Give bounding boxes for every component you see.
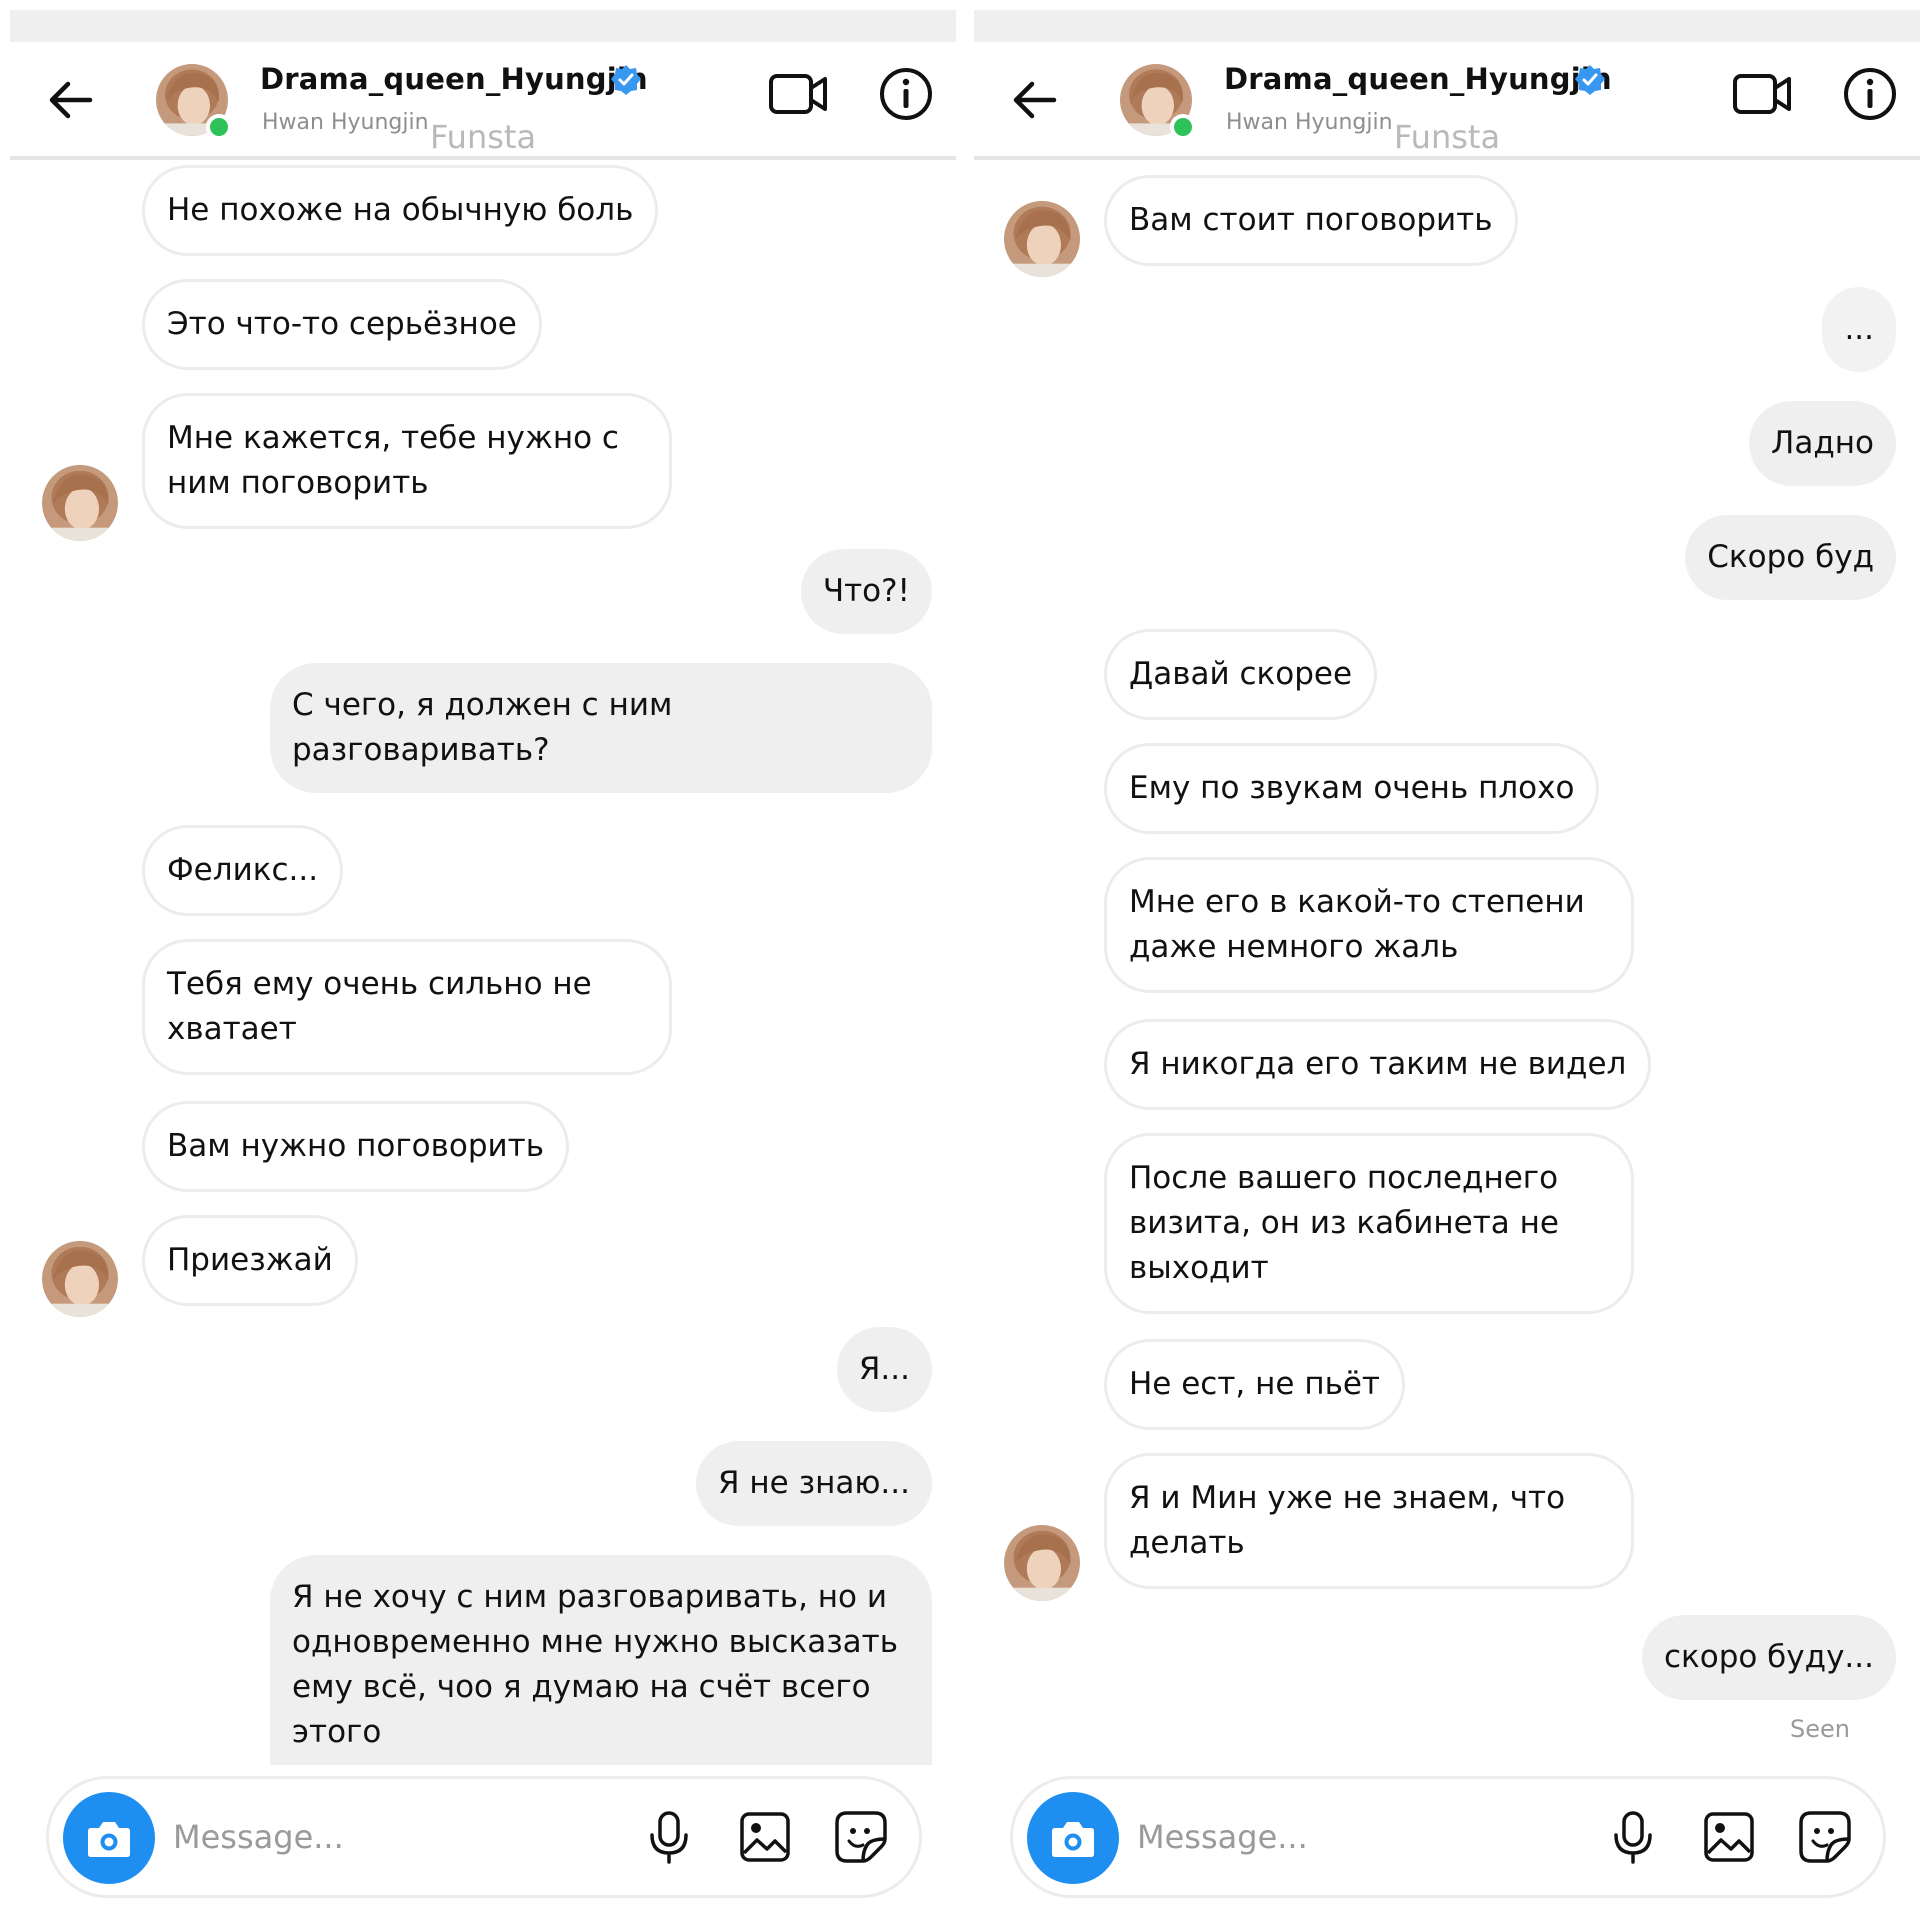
status-bar bbox=[974, 10, 1920, 42]
message-bubble-outgoing[interactable]: ... bbox=[1822, 287, 1896, 372]
message-bubble-incoming[interactable]: Ему по звукам очень плохо bbox=[1104, 743, 1600, 834]
seen-status: Seen bbox=[1790, 1715, 1850, 1743]
message-bubble-incoming[interactable]: Тебя ему очень сильно не хватает bbox=[142, 939, 672, 1075]
sender-avatar[interactable] bbox=[1004, 1525, 1080, 1601]
video-call-icon[interactable] bbox=[768, 70, 828, 118]
message-bubble-outgoing[interactable]: скоро буду... bbox=[1641, 1615, 1896, 1700]
camera-button[interactable] bbox=[1027, 1792, 1119, 1884]
chat-panel-left: Drama_queen_Hyungjin Hwan Hyungjin Funst… bbox=[0, 0, 956, 1920]
status-bar bbox=[10, 10, 956, 42]
message-bubble-incoming[interactable]: Давай скорее bbox=[1104, 629, 1378, 720]
message-composer bbox=[46, 1776, 922, 1898]
message-input[interactable] bbox=[173, 1809, 593, 1865]
online-indicator bbox=[206, 114, 232, 140]
video-call-icon[interactable] bbox=[1732, 70, 1792, 118]
sender-avatar[interactable] bbox=[42, 465, 118, 541]
camera-icon bbox=[1052, 1822, 1094, 1857]
contact-display-name: Hwan Hyungjin bbox=[1226, 110, 1393, 135]
gallery-icon[interactable] bbox=[737, 1809, 793, 1865]
contact-display-name: Hwan Hyungjin bbox=[262, 110, 429, 135]
microphone-icon[interactable] bbox=[1605, 1809, 1661, 1865]
sender-avatar[interactable] bbox=[42, 1241, 118, 1317]
verified-badge-icon bbox=[611, 65, 641, 95]
message-bubble-incoming[interactable]: После вашего последнего визита, он из ка… bbox=[1104, 1133, 1634, 1314]
contact-username[interactable]: Drama_queen_Hyungjin bbox=[260, 62, 648, 96]
chat-header: Drama_queen_Hyungjin Hwan Hyungjin Funst… bbox=[10, 42, 956, 160]
message-composer bbox=[1010, 1776, 1886, 1898]
message-bubble-incoming[interactable]: Вам нужно поговорить bbox=[142, 1101, 570, 1192]
sticker-icon[interactable] bbox=[1797, 1809, 1853, 1865]
message-list[interactable]: Не похоже на обычную боль Это что-то сер… bbox=[0, 165, 956, 1765]
message-bubble-incoming[interactable]: Мне кажется, тебе нужно с ним поговорить bbox=[142, 393, 672, 529]
camera-icon bbox=[88, 1822, 130, 1857]
message-bubble-outgoing[interactable]: С чего, я должен с ним разговаривать? bbox=[270, 663, 932, 793]
message-list[interactable]: Вам стоит поговорить ... Ладно Скоро буд… bbox=[964, 165, 1920, 1765]
chat-panel-right: Drama_queen_Hyungjin Hwan Hyungjin Funst… bbox=[964, 0, 1920, 1920]
info-icon[interactable] bbox=[1842, 66, 1898, 122]
message-bubble-incoming[interactable]: Не похоже на обычную боль bbox=[142, 165, 659, 256]
message-bubble-outgoing[interactable]: Я... bbox=[836, 1327, 932, 1412]
chat-header: Drama_queen_Hyungjin Hwan Hyungjin Funst… bbox=[974, 42, 1920, 160]
header-avatar[interactable] bbox=[1120, 64, 1196, 140]
header-avatar[interactable] bbox=[156, 64, 232, 140]
message-bubble-incoming[interactable]: Не ест, не пьёт bbox=[1104, 1339, 1405, 1430]
message-bubble-incoming[interactable]: Я и Мин уже не знаем, что делать bbox=[1104, 1453, 1634, 1589]
message-bubble-incoming[interactable]: Мне его в какой-то степени даже немного … bbox=[1104, 857, 1634, 993]
message-bubble-incoming[interactable]: Феликс... bbox=[142, 825, 344, 916]
watermark-text: Funsta bbox=[430, 118, 537, 156]
sticker-icon[interactable] bbox=[833, 1809, 889, 1865]
message-input[interactable] bbox=[1137, 1809, 1557, 1865]
watermark-text: Funsta bbox=[1394, 118, 1501, 156]
message-bubble-outgoing[interactable]: Я не знаю... bbox=[696, 1441, 932, 1526]
back-arrow-icon[interactable] bbox=[1010, 78, 1058, 122]
message-bubble-incoming[interactable]: Приезжай bbox=[142, 1215, 358, 1306]
sender-avatar[interactable] bbox=[1004, 201, 1080, 277]
message-bubble-incoming[interactable]: Это что-то серьёзное bbox=[142, 279, 542, 370]
back-arrow-icon[interactable] bbox=[46, 78, 94, 122]
contact-username[interactable]: Drama_queen_Hyungjin bbox=[1224, 62, 1612, 96]
gallery-icon[interactable] bbox=[1701, 1809, 1757, 1865]
microphone-icon[interactable] bbox=[641, 1809, 697, 1865]
verified-badge-icon bbox=[1575, 65, 1605, 95]
online-indicator bbox=[1170, 114, 1196, 140]
message-bubble-incoming[interactable]: Вам стоит поговорить bbox=[1104, 175, 1518, 266]
message-bubble-incoming[interactable]: Я никогда его таким не видел bbox=[1104, 1019, 1652, 1110]
message-bubble-outgoing[interactable]: Скоро буд bbox=[1685, 515, 1896, 600]
message-bubble-outgoing[interactable]: Я не хочу с ним разговаривать, но и одно… bbox=[270, 1555, 932, 1765]
message-bubble-outgoing[interactable]: Ладно bbox=[1749, 401, 1896, 486]
camera-button[interactable] bbox=[63, 1792, 155, 1884]
info-icon[interactable] bbox=[878, 66, 934, 122]
message-bubble-outgoing[interactable]: Что?! bbox=[800, 549, 932, 634]
